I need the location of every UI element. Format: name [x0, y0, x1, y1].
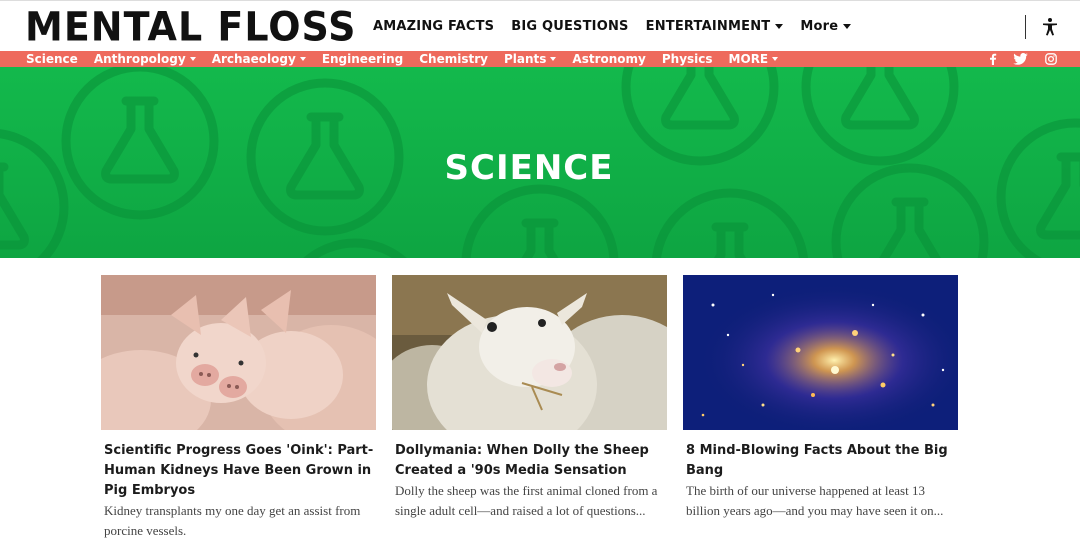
site-logo[interactable]: MENTAL FLOSS — [25, 5, 357, 49]
chevron-down-icon — [775, 24, 784, 29]
subnav-archaeology[interactable]: Archaeology — [212, 51, 306, 67]
article-description: The birth of our universe happened at le… — [686, 483, 944, 518]
chevron-down-icon — [550, 57, 557, 61]
instagram-icon[interactable] — [1045, 51, 1057, 67]
sheep-photo[interactable] — [392, 275, 667, 430]
chevron-down-icon — [299, 57, 306, 61]
subnav-engineering[interactable]: Engineering — [322, 51, 403, 67]
nav-label: ENTERTAINMENT — [645, 19, 771, 34]
article-card[interactable]: Dollymania: When Dolly the Sheep Created… — [392, 275, 667, 520]
subnav-more[interactable]: MORE — [729, 51, 779, 67]
subnav-science[interactable]: Science — [26, 51, 78, 67]
facebook-icon[interactable] — [989, 51, 997, 67]
article-title[interactable]: 8 Mind-Blowing Facts About the Big Bang — [683, 441, 958, 481]
article-description: Kidney transplants my one day get an ass… — [104, 503, 361, 538]
pigs-photo[interactable] — [101, 275, 376, 430]
article-card[interactable]: Scientific Progress Goes 'Oink': Part-Hu… — [101, 275, 376, 539]
subnav-chemistry[interactable]: Chemistry — [419, 51, 488, 67]
subnav-label: Astronomy — [572, 52, 646, 66]
subnav-label: MORE — [728, 52, 769, 66]
nav-entertainment[interactable]: ENTERTAINMENT — [646, 19, 784, 34]
subnav-label: Anthropology — [93, 52, 186, 66]
category-hero: SCIENCE — [0, 67, 1080, 258]
twitter-icon[interactable] — [1013, 51, 1028, 67]
page-title: SCIENCE — [444, 148, 614, 188]
chevron-down-icon — [189, 57, 196, 61]
article-card[interactable]: 8 Mind-Blowing Facts About the Big Bang … — [683, 275, 958, 520]
subnav-plants[interactable]: Plants — [503, 51, 557, 67]
galaxy-cluster-photo[interactable] — [683, 275, 958, 430]
subnav-label: Science — [26, 52, 78, 66]
nav-label: AMAZING FACTS — [373, 19, 495, 34]
nav-amazing-facts[interactable]: AMAZING FACTS — [373, 19, 494, 34]
subnav-label: Physics — [661, 52, 713, 66]
subnav-label: Engineering — [321, 52, 404, 66]
subnav-label: Plants — [503, 52, 547, 66]
subnav-anthropology[interactable]: Anthropology — [94, 51, 196, 67]
nav-big-questions[interactable]: BIG QUESTIONS — [511, 19, 628, 34]
article-title[interactable]: Dollymania: When Dolly the Sheep Created… — [392, 441, 667, 481]
accessibility-icon[interactable] — [1040, 17, 1060, 37]
nav-more[interactable]: More — [800, 19, 852, 34]
category-nav: Science Anthropology Archaeology Enginee… — [0, 51, 1080, 67]
subnav-physics[interactable]: Physics — [662, 51, 713, 67]
nav-label: More — [800, 19, 839, 34]
site-header: MENTAL FLOSS AMAZING FACTS BIG QUESTIONS… — [0, 0, 1080, 51]
main-nav: AMAZING FACTS BIG QUESTIONS ENTERTAINMEN… — [373, 1, 852, 52]
article-title[interactable]: Scientific Progress Goes 'Oink': Part-Hu… — [101, 441, 376, 501]
article-description: Dolly the sheep was the first animal clo… — [395, 483, 658, 518]
subnav-astronomy[interactable]: Astronomy — [572, 51, 645, 67]
header-divider — [1025, 15, 1026, 39]
chevron-down-icon — [843, 24, 852, 29]
subnav-label: Chemistry — [419, 52, 488, 66]
chevron-down-icon — [772, 57, 779, 61]
nav-label: BIG QUESTIONS — [511, 19, 629, 34]
subnav-label: Archaeology — [211, 52, 296, 66]
